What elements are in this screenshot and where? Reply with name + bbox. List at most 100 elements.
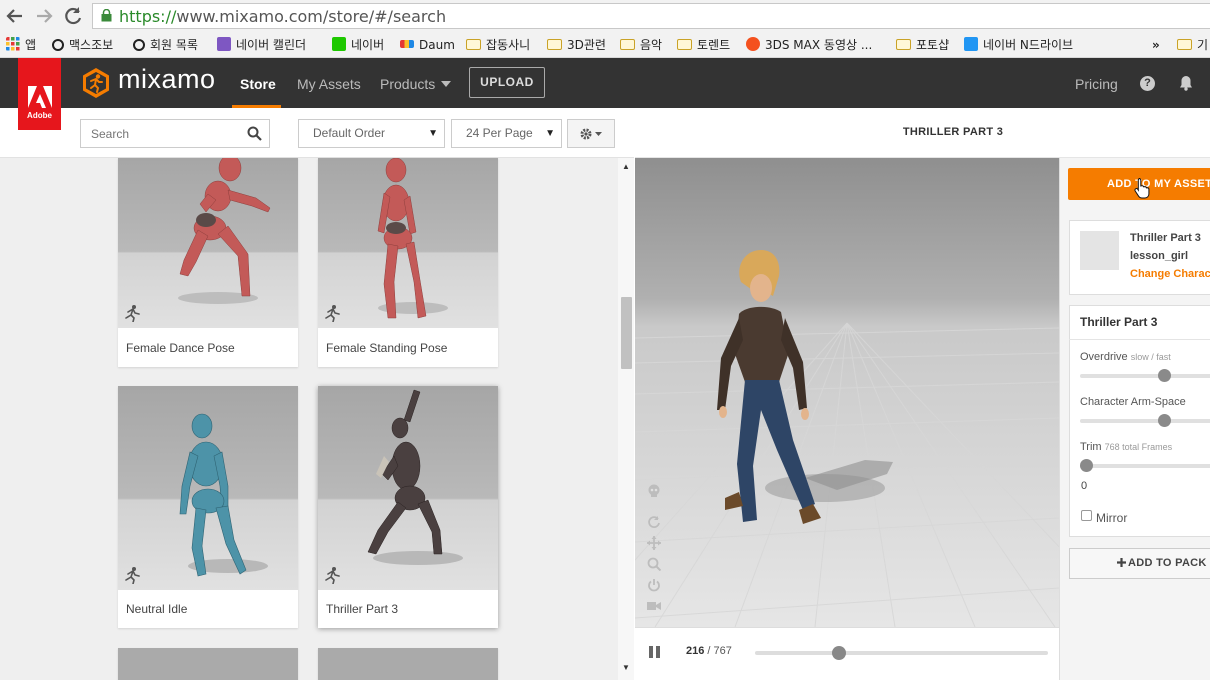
adobe-label: Adobe xyxy=(27,111,52,120)
nav-my-assets[interactable]: My Assets xyxy=(297,76,361,92)
more-bookmarks-button[interactable]: » xyxy=(1152,36,1160,54)
bookmark-4[interactable]: 네이버 xyxy=(332,36,384,54)
overdrive-slider[interactable] xyxy=(1080,374,1210,378)
bookmark-11[interactable]: 포토샵 xyxy=(896,36,949,54)
back-icon[interactable] xyxy=(3,4,27,28)
card-thumbnail xyxy=(318,158,498,328)
pause-icon[interactable] xyxy=(648,645,661,659)
per-page-select-value: 24 Per Page xyxy=(466,126,533,140)
reload-icon[interactable] xyxy=(61,4,85,28)
site-icon xyxy=(133,39,145,51)
3d-viewport[interactable] xyxy=(635,158,1059,627)
nav-store[interactable]: Store xyxy=(240,76,276,92)
folder-icon xyxy=(677,39,692,50)
nav-products[interactable]: Products xyxy=(380,76,452,92)
card-label: Female Standing Pose xyxy=(326,341,448,355)
bell-icon[interactable] xyxy=(1178,75,1194,91)
apps-grid-icon xyxy=(6,37,20,51)
caret-down-icon: ▼ xyxy=(428,128,438,139)
trim-slider[interactable] xyxy=(1080,464,1210,468)
trim-slider-handle[interactable] xyxy=(1080,459,1093,472)
card-label: Neutral Idle xyxy=(126,602,188,616)
search-icon[interactable] xyxy=(247,126,262,141)
animation-card[interactable] xyxy=(318,648,498,680)
library-scrollbar[interactable] xyxy=(618,158,634,680)
bookmark-2[interactable]: 회원 목록 xyxy=(133,36,198,54)
daum-icon xyxy=(400,40,414,48)
folder-icon xyxy=(1177,39,1192,50)
timeline-track[interactable] xyxy=(755,651,1048,655)
reset-view-icon[interactable] xyxy=(647,578,661,592)
scroll-up-icon[interactable]: ▲ xyxy=(622,162,630,171)
url-field[interactable]: https://www.mixamo.com/store/#/search xyxy=(92,3,1210,29)
overdrive-slider-handle[interactable] xyxy=(1158,369,1171,382)
animation-card[interactable]: Neutral Idle xyxy=(118,386,298,628)
nav-pricing[interactable]: Pricing xyxy=(1075,76,1118,92)
animation-card[interactable]: Female Standing Pose xyxy=(318,158,498,367)
armspace-slider-handle[interactable] xyxy=(1158,414,1171,427)
bookmark-8[interactable]: 음악 xyxy=(620,36,662,54)
card-label: Female Dance Pose xyxy=(126,341,235,355)
animation-card[interactable] xyxy=(118,648,298,680)
site-icon xyxy=(52,39,64,51)
armspace-label: Character Arm-Space xyxy=(1080,396,1186,408)
lock-icon xyxy=(101,9,112,22)
animation-type-icon xyxy=(325,567,340,584)
pan-icon[interactable] xyxy=(647,536,661,550)
bookmark-3[interactable]: 네이버 캘린더 xyxy=(217,36,306,54)
trim-label: Trim 768 total Frames xyxy=(1080,441,1173,453)
folder-icon xyxy=(896,39,911,50)
bookmark-apps[interactable]: 앱 xyxy=(6,36,36,54)
caret-down-icon: ▼ xyxy=(545,128,555,139)
settings-dropdown-button[interactable] xyxy=(567,119,615,148)
mirror-checkbox[interactable] xyxy=(1081,510,1092,521)
bookmark-6[interactable]: 잡동사니 xyxy=(466,36,530,54)
gear-icon xyxy=(580,128,602,140)
overdrive-label: Overdrive slow / fast xyxy=(1080,351,1171,363)
scroll-down-icon[interactable]: ▼ xyxy=(622,663,630,672)
upload-button[interactable]: UPLOAD xyxy=(469,67,545,98)
mixamo-logo-icon[interactable] xyxy=(80,67,112,99)
camera-icon[interactable] xyxy=(647,599,661,613)
scrollbar-thumb[interactable] xyxy=(621,297,632,369)
bookmark-9[interactable]: 토렌트 xyxy=(677,36,730,54)
change-character-link[interactable]: Change Character xyxy=(1130,268,1210,280)
other-bookmarks-folder[interactable]: 기 xyxy=(1177,36,1208,54)
bookmark-12[interactable]: 네이버 N드라이브 xyxy=(964,36,1073,54)
plus-icon xyxy=(1117,557,1126,567)
order-select[interactable]: Default Order ▼ xyxy=(298,119,445,148)
bookmark-7[interactable]: 3D관련 xyxy=(547,36,606,54)
cloud-icon xyxy=(964,37,978,51)
hand-cursor-icon xyxy=(1134,178,1150,199)
trim-value: 0 xyxy=(1081,480,1088,492)
forward-icon[interactable] xyxy=(32,4,56,28)
per-page-select[interactable]: 24 Per Page ▼ xyxy=(451,119,562,148)
url-text: https://www.mixamo.com/store/#/search xyxy=(119,7,447,26)
search-input[interactable] xyxy=(81,120,241,147)
card-thumbnail xyxy=(118,386,298,590)
bookmark-1[interactable]: 맥스조보 xyxy=(52,36,113,54)
card-label: Thriller Part 3 xyxy=(326,602,399,616)
logo-text[interactable]: mixamo xyxy=(118,64,216,95)
add-to-pack-button[interactable]: ADD TO PACK xyxy=(1069,548,1210,579)
rotate-icon[interactable] xyxy=(647,515,661,529)
browser-address-bar: https://www.mixamo.com/store/#/search xyxy=(0,0,1210,32)
animation-type-icon xyxy=(125,305,140,322)
mirror-label[interactable]: Mirror xyxy=(1096,511,1127,525)
folder-icon xyxy=(620,39,635,50)
skull-icon[interactable] xyxy=(647,484,661,498)
zoom-icon[interactable] xyxy=(647,557,661,571)
card-thumbnail xyxy=(318,648,498,680)
animation-card[interactable]: Female Dance Pose xyxy=(118,158,298,367)
help-icon[interactable]: ? xyxy=(1140,76,1155,91)
bookmark-5[interactable]: Daum xyxy=(400,36,455,54)
animation-card-selected[interactable]: Thriller Part 3 xyxy=(318,386,498,628)
card-thumbnail xyxy=(118,158,298,328)
bookmark-10[interactable]: 3DS MAX 동영상 ... xyxy=(746,36,872,54)
armspace-slider[interactable] xyxy=(1080,419,1210,423)
card-thumbnail xyxy=(118,648,298,680)
adobe-logo[interactable]: Adobe xyxy=(18,58,61,130)
folder-icon xyxy=(547,39,562,50)
timeline-handle[interactable] xyxy=(832,646,846,660)
card-thumbnail xyxy=(318,386,498,590)
